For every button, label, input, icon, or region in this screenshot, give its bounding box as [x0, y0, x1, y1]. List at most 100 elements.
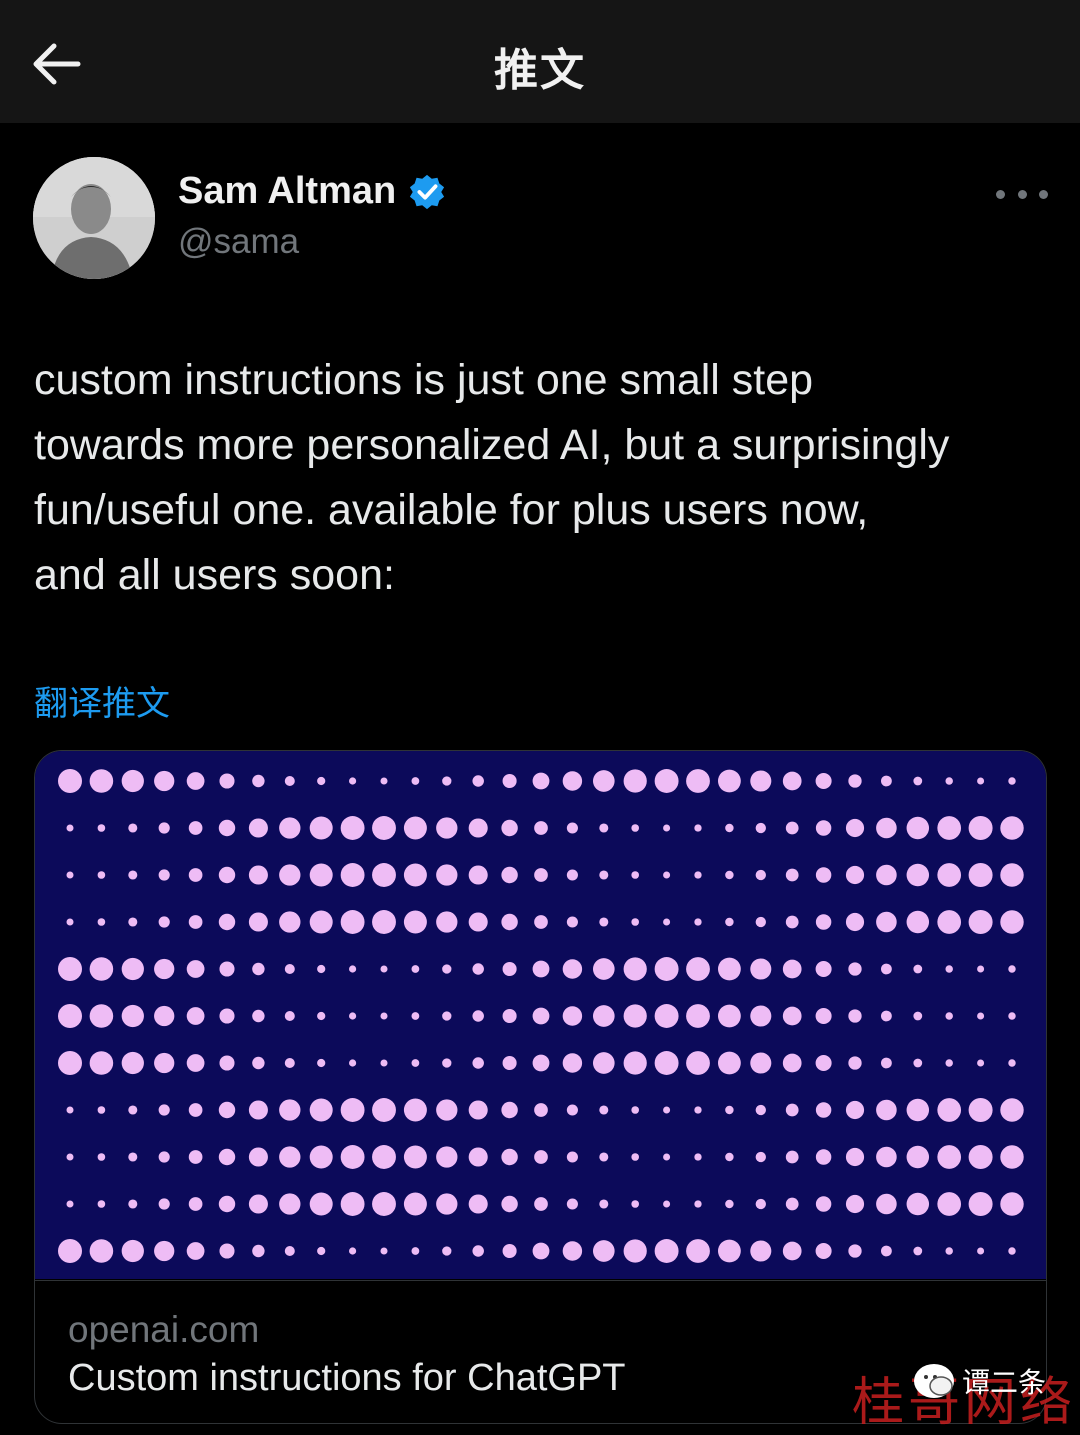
pattern-dot	[501, 1195, 518, 1213]
pattern-dot	[566, 916, 578, 928]
pattern-dot	[945, 965, 953, 973]
pattern-dot	[815, 867, 832, 883]
pattern-dot	[534, 868, 548, 882]
wechat-icon	[914, 1364, 954, 1398]
pattern-dot	[97, 1106, 106, 1114]
pattern-dot	[686, 1004, 710, 1028]
pattern-dot	[876, 864, 897, 886]
pattern-dot	[501, 913, 518, 931]
pattern-dot	[349, 965, 357, 973]
pattern-dot	[845, 818, 865, 838]
pattern-dot	[154, 1052, 175, 1074]
pattern-dot	[913, 1011, 923, 1021]
pattern-dot	[977, 777, 985, 785]
pattern-dot	[317, 964, 326, 974]
pattern-dot	[502, 773, 517, 789]
pattern-dot	[717, 957, 741, 981]
pattern-dot	[815, 820, 832, 836]
pattern-dot	[97, 1153, 106, 1161]
pattern-dot	[631, 1153, 640, 1161]
pattern-dot	[815, 1149, 832, 1165]
pattern-dot	[717, 769, 741, 793]
pattern-dot	[532, 1242, 550, 1260]
pattern-dot	[219, 1008, 235, 1024]
verified-badge-icon	[410, 174, 445, 209]
pattern-dot	[501, 866, 518, 884]
pattern-dot	[881, 1010, 892, 1022]
pattern-dot	[785, 1150, 799, 1164]
pattern-dot	[599, 870, 609, 880]
pattern-dot	[188, 1103, 203, 1117]
pattern-dot	[218, 1195, 236, 1213]
pattern-dot	[121, 957, 144, 981]
pattern-dot	[284, 775, 295, 787]
pattern-dot	[154, 1240, 175, 1262]
pattern-dot	[717, 1051, 741, 1075]
pattern-dot	[248, 818, 268, 838]
translate-tweet-link[interactable]: 翻译推文	[34, 676, 170, 725]
pattern-dot	[121, 1051, 144, 1075]
pattern-dot	[686, 1051, 710, 1075]
pattern-dot	[154, 770, 175, 792]
pattern-dot	[284, 1245, 295, 1257]
pattern-dot	[815, 1054, 832, 1072]
dot-pattern-image	[58, 769, 1024, 1263]
author-name-row[interactable]: Sam Altman	[178, 170, 446, 213]
pattern-dot	[66, 1106, 74, 1114]
pattern-dot	[906, 1098, 930, 1122]
more-options-button[interactable]	[996, 178, 1048, 210]
author-handle[interactable]: @sama	[178, 222, 299, 262]
pattern-dot	[128, 1152, 138, 1162]
pattern-dot	[725, 1152, 734, 1162]
link-card[interactable]: openai.com Custom instructions for ChatG…	[34, 750, 1047, 1424]
pattern-dot	[66, 824, 74, 832]
pattern-dot	[380, 1247, 388, 1255]
more-dot-icon	[1017, 189, 1027, 199]
pattern-dot	[599, 1199, 609, 1209]
pattern-dot	[725, 1105, 734, 1115]
pattern-dot	[815, 914, 832, 930]
pattern-dot	[631, 1106, 640, 1114]
pattern-dot	[968, 1192, 993, 1216]
pattern-dot	[1000, 816, 1024, 840]
pattern-dot	[89, 1239, 114, 1263]
pattern-dot	[815, 1007, 832, 1025]
pattern-dot	[532, 960, 550, 978]
pattern-dot	[755, 1198, 766, 1210]
pattern-dot	[218, 819, 236, 837]
pattern-dot	[815, 772, 832, 790]
pattern-dot	[782, 1241, 802, 1261]
pattern-dot	[623, 1004, 647, 1028]
pattern-dot	[403, 1192, 427, 1216]
pattern-dot	[468, 1194, 488, 1214]
pattern-dot	[686, 769, 710, 793]
pattern-dot	[97, 824, 106, 832]
pattern-dot	[284, 1057, 295, 1069]
pattern-dot	[977, 965, 985, 973]
pattern-dot	[1000, 910, 1024, 934]
pattern-dot	[968, 1145, 993, 1169]
pattern-dot	[750, 1052, 772, 1074]
pattern-dot	[502, 1243, 517, 1259]
pattern-dot	[97, 1200, 106, 1208]
pattern-dot	[188, 1150, 203, 1164]
pattern-dot	[219, 773, 235, 789]
pattern-dot	[631, 824, 640, 832]
pattern-dot	[472, 775, 484, 787]
pattern-dot	[317, 1246, 326, 1256]
pattern-dot	[725, 823, 734, 833]
pattern-dot	[186, 1054, 205, 1072]
tweet-line: fun/useful one. available for plus users…	[34, 486, 869, 534]
pattern-dot	[89, 769, 114, 793]
pattern-dot	[1000, 1145, 1024, 1169]
pattern-dot	[694, 1106, 702, 1114]
pattern-dot	[592, 1052, 615, 1074]
avatar[interactable]	[33, 157, 155, 279]
pattern-dot	[248, 1100, 268, 1120]
pattern-dot	[906, 1145, 930, 1169]
pattern-dot	[881, 775, 892, 787]
pattern-dot	[592, 958, 615, 980]
pattern-dot	[317, 1058, 326, 1068]
pattern-dot	[848, 1009, 862, 1023]
pattern-dot	[906, 816, 930, 840]
